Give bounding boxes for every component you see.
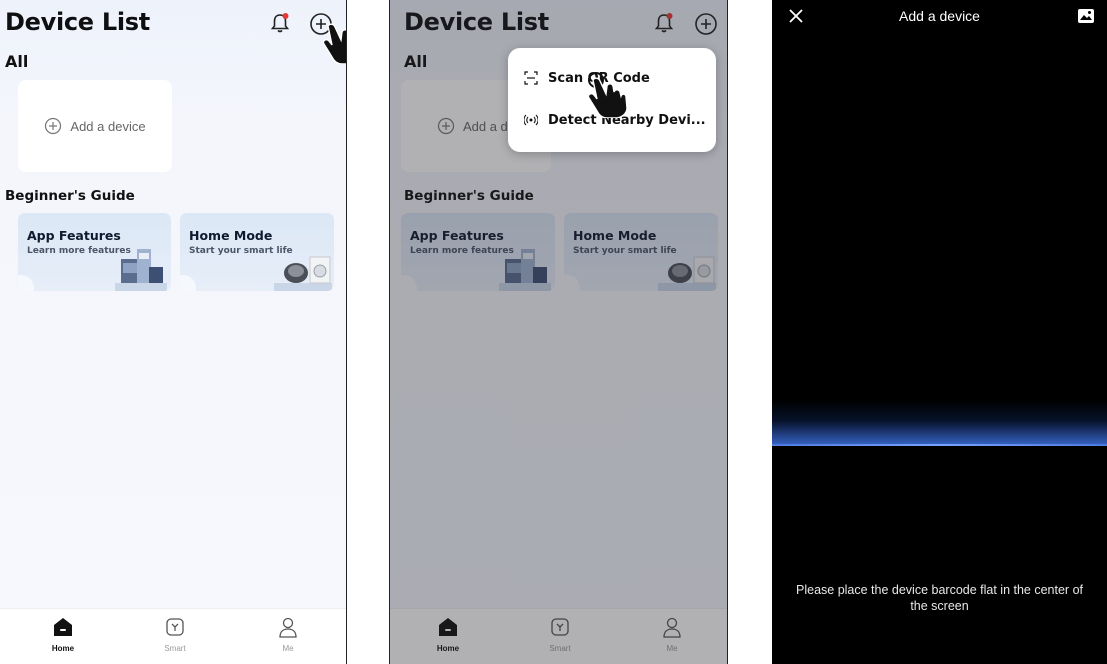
tab-home[interactable]: Home bbox=[33, 616, 93, 653]
card-title: Home Mode bbox=[189, 228, 273, 243]
screen-add-device-scanner: Add a device Please place the device bar… bbox=[772, 0, 1107, 664]
screen-device-list-menu: Device List All Add a de Beginner's Guid… bbox=[389, 0, 728, 664]
home-icon bbox=[54, 618, 72, 636]
tap-hand-icon bbox=[322, 23, 346, 64]
add-device-card[interactable]: Add a device bbox=[18, 80, 172, 172]
add-device-label: Add a device bbox=[70, 118, 146, 134]
appliances-illustration bbox=[274, 256, 332, 291]
add-circle-icon bbox=[45, 117, 62, 135]
guide-card-app-features[interactable]: App Features Learn more features bbox=[18, 213, 171, 291]
tab-me[interactable]: Me bbox=[258, 616, 318, 653]
person-icon bbox=[279, 617, 297, 638]
photo-album-icon[interactable] bbox=[1077, 8, 1095, 24]
guide-card-home-mode[interactable]: Home Mode Start your smart life bbox=[180, 213, 334, 291]
bell-icon[interactable] bbox=[270, 12, 290, 34]
scan-icon bbox=[524, 71, 538, 85]
scan-hint-text: Please place the device barcode flat in … bbox=[796, 583, 1083, 613]
radar-icon bbox=[524, 114, 538, 126]
scan-beam bbox=[772, 400, 1107, 446]
page-title: Device List bbox=[5, 8, 150, 36]
bottom-tab-bar: Home Smart Me bbox=[0, 608, 346, 664]
tab-label: Home bbox=[51, 644, 75, 653]
tab-label: Me bbox=[282, 644, 294, 653]
tap-hand-icon bbox=[587, 72, 628, 118]
appliances-illustration bbox=[115, 249, 167, 291]
decor-circle bbox=[180, 275, 196, 291]
page-title: Add a device bbox=[899, 8, 980, 24]
section-all-label: All bbox=[5, 52, 29, 71]
screen-device-list: Device List All Add a device Beginner's … bbox=[0, 0, 347, 664]
decor-circle bbox=[18, 275, 34, 291]
tab-smart[interactable]: Smart bbox=[145, 616, 205, 653]
scan-line bbox=[772, 444, 1107, 446]
smart-icon bbox=[166, 618, 184, 636]
guide-heading: Beginner's Guide bbox=[5, 188, 135, 204]
tab-label: Smart bbox=[164, 644, 186, 653]
